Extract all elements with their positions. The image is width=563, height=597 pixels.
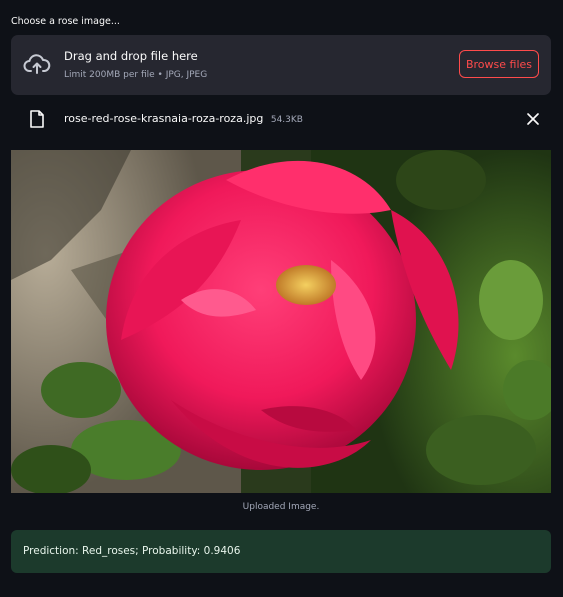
close-icon[interactable]: [526, 112, 540, 126]
prediction-alert: Prediction: Red_roses; Probability: 0.94…: [11, 530, 551, 573]
browse-files-button[interactable]: Browse files: [459, 50, 539, 78]
uploaded-rose-image: [11, 150, 551, 493]
dropzone-title: Drag and drop file here: [64, 49, 198, 63]
image-caption: Uploaded Image.: [242, 502, 320, 512]
rose-photo: [11, 150, 551, 493]
file-name: rose-red-rose-krasnaia-roza-roza.jpg 54.…: [64, 112, 303, 125]
dropzone-limit-text: Limit 200MB per file • JPG, JPEG: [64, 70, 208, 80]
cloud-upload-icon: [23, 54, 51, 74]
file-icon: [30, 110, 44, 128]
file-name-text: rose-red-rose-krasnaia-roza-roza.jpg: [64, 112, 264, 125]
file-size: 54.3KB: [270, 115, 303, 125]
file-dropzone[interactable]: Drag and drop file here Limit 200MB per …: [11, 35, 551, 95]
uploaded-file-row: rose-red-rose-krasnaia-roza-roza.jpg 54.…: [11, 106, 551, 132]
uploader-label: Choose a rose image...: [11, 16, 120, 27]
prediction-text: Prediction: Red_roses; Probability: 0.94…: [23, 545, 241, 557]
